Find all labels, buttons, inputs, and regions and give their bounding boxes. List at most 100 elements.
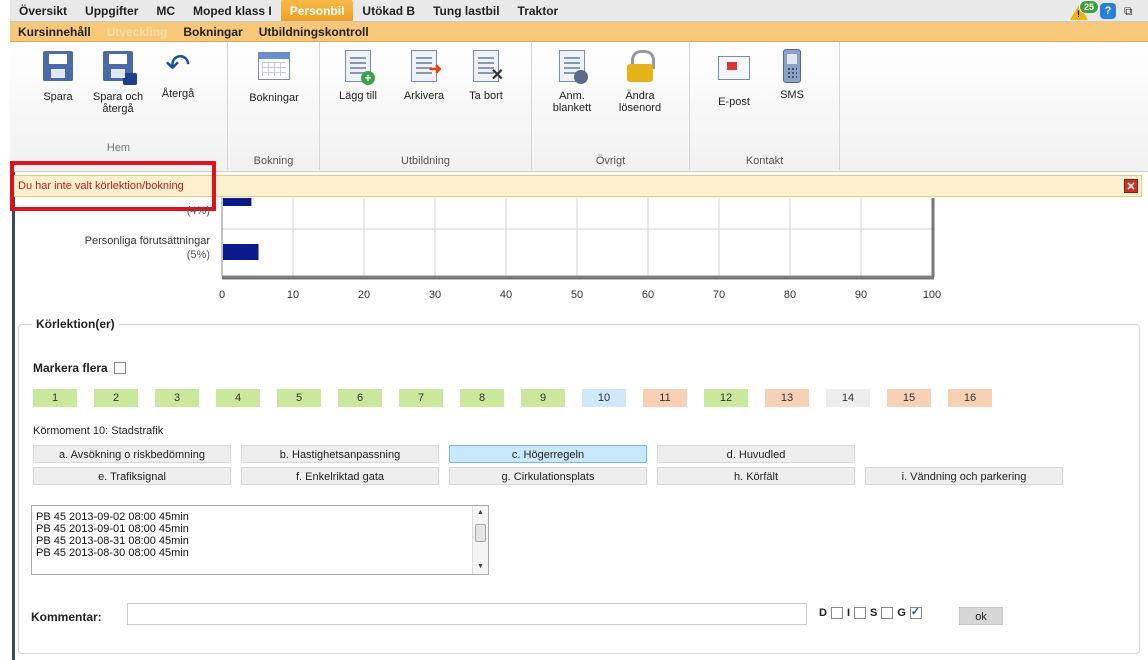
lesson-button[interactable]: 13 [765, 389, 809, 407]
x-tick-label: 50 [571, 289, 583, 301]
lesson-button[interactable]: 1 [33, 389, 77, 407]
booking-list[interactable]: PB 45 2013-09-02 08:00 45min PB 45 2013-… [31, 505, 489, 575]
moment-button[interactable]: g. Cirkulationsplats [449, 467, 647, 485]
lesson-button[interactable]: 9 [521, 389, 565, 407]
anm-blankett-button[interactable]: Anm. blankett [542, 48, 602, 114]
flag-checkbox[interactable] [854, 607, 867, 619]
tab-traktor[interactable]: Traktor [509, 0, 568, 21]
spara-och-atergå-button[interactable]: Spara och återgå [88, 48, 148, 115]
group-label-kontakt: Kontakt [745, 155, 784, 167]
moment-button[interactable]: d. Huvudled [657, 445, 855, 463]
booking-row[interactable]: PB 45 2013-09-01 08:00 45min [32, 523, 488, 535]
tab-uppgifter[interactable]: Uppgifter [76, 0, 147, 21]
lesson-button[interactable]: 14 [826, 389, 870, 407]
progress-chart: Personliga förutsättningar (4%) (5%) 0 10 20 3… [10, 198, 1148, 318]
popout-window-icon[interactable]: ⧉ [1124, 4, 1138, 18]
spara-button[interactable]: Spara [28, 48, 88, 103]
andra-losenord-button[interactable]: Ändra lösenord [610, 48, 670, 114]
scroll-down-icon[interactable]: ▼ [473, 560, 488, 574]
booking-row[interactable]: PB 45 2013-09-02 08:00 45min [32, 511, 488, 523]
x-tick-label: 60 [642, 289, 654, 301]
email-icon [718, 56, 750, 80]
mark-multiple-label: Markera flera [33, 361, 108, 375]
atergå-button[interactable]: ↶ Återgå [148, 48, 208, 100]
epost-button[interactable]: E-post [704, 48, 764, 108]
scroll-up-icon[interactable]: ▲ [473, 506, 488, 520]
lesson-button[interactable]: 12 [704, 389, 748, 407]
group-ovrigt: Anm. blankett Ändra lösenord Övrigt [532, 42, 690, 170]
x-tick-label: 90 [855, 289, 867, 301]
bokningar-button[interactable]: Bokningar [244, 48, 304, 104]
tab-tung-lastbil[interactable]: Tung lastbil [424, 0, 508, 21]
flag-checkboxes: DISG [819, 605, 922, 619]
lesson-button[interactable]: 5 [277, 389, 321, 407]
x-tick-label: 40 [500, 289, 512, 301]
lesson-button[interactable]: 7 [399, 389, 443, 407]
x-tick-label: 70 [713, 289, 725, 301]
sms-button[interactable]: SMS [762, 48, 822, 101]
moment-button[interactable]: c. Högerregeln [449, 445, 647, 463]
flag-label: D [819, 607, 827, 619]
panel-legend: Körlektion(er) [32, 317, 119, 331]
moment-button[interactable]: h. Körfält [657, 467, 855, 485]
moment-button[interactable]: b. Hastighetsanpassning [241, 445, 439, 463]
notification-badge: 25 [1079, 0, 1100, 14]
subtab-bokningar[interactable]: Bokningar [175, 25, 250, 39]
return-arrow-icon: ↶ [165, 49, 191, 82]
chart-bar [223, 198, 252, 206]
booking-row[interactable]: PB 45 2013-08-30 08:00 45min [32, 547, 488, 559]
lagg-till-button[interactable]: + Lägg till [328, 48, 388, 102]
tab-oversikt[interactable]: Översikt [10, 0, 76, 21]
group-utbildning: + Lägg till ➜ Arkivera ✕ Ta bort Utbildn… [320, 42, 532, 170]
tab-personbil[interactable]: Personbil [280, 0, 354, 21]
lesson-button[interactable]: 11 [643, 389, 687, 407]
alert-close-button[interactable]: ✕ [1124, 179, 1138, 193]
booking-row[interactable]: PB 45 2013-08-31 08:00 45min [32, 535, 488, 547]
tab-mc[interactable]: MC [147, 0, 184, 21]
flag-checkbox[interactable] [830, 607, 843, 619]
lesson-button[interactable]: 8 [460, 389, 504, 407]
mark-multiple: Markera flera [33, 361, 126, 375]
moment-button[interactable]: a. Avsökning o riskbedömning [33, 445, 231, 463]
moment-button[interactable]: e. Trafiksignal [33, 467, 231, 485]
mark-multiple-checkbox[interactable] [113, 362, 126, 374]
document-delete-icon: ✕ [473, 50, 504, 84]
group-label-utbildning: Utbildning [401, 155, 450, 167]
calendar-icon [258, 52, 290, 80]
tab-utokad-b[interactable]: Utökad B [353, 0, 424, 21]
chart-bar [223, 244, 259, 260]
lesson-button[interactable]: 16 [948, 389, 992, 407]
x-tick-label: 30 [429, 289, 441, 301]
lesson-button[interactable]: 2 [94, 389, 138, 407]
ta-bort-button[interactable]: ✕ Ta bort [456, 48, 516, 102]
tab-moped-klass-1[interactable]: Moped klass I [184, 0, 281, 21]
scroll-thumb[interactable] [475, 524, 486, 542]
help-icon[interactable]: ? [1100, 2, 1116, 19]
document-archive-icon: ➜ [411, 50, 442, 82]
lesson-button[interactable]: 6 [338, 389, 382, 407]
document-add-icon: + [345, 50, 375, 85]
lesson-button[interactable]: 15 [887, 389, 931, 407]
subtab-kursinnehall[interactable]: Kursinnehåll [10, 25, 99, 39]
lesson-button[interactable]: 4 [216, 389, 260, 407]
lesson-button[interactable]: 10 [582, 389, 626, 407]
flag-checkbox[interactable] [881, 607, 894, 619]
subtab-utbildningskontroll[interactable]: Utbildningskontroll [251, 25, 377, 39]
flag-label: I [846, 607, 851, 619]
moment-button[interactable]: i. Vändning och parkering [865, 467, 1063, 485]
flag-checkbox[interactable] [909, 605, 922, 619]
lesson-button[interactable]: 3 [155, 389, 199, 407]
group-label-bokning: Bokning [253, 155, 294, 167]
phone-icon [783, 49, 801, 83]
booking-list-scrollbar[interactable]: ▲ ▼ [472, 506, 488, 574]
moment-button[interactable]: f. Enkelriktad gata [241, 467, 439, 485]
lock-icon [626, 50, 655, 82]
ok-button[interactable]: ok [959, 607, 1003, 625]
group-kontakt: E-post SMS Kontakt [690, 42, 840, 170]
category-percent-label: (4%) [187, 205, 210, 217]
arkivera-button[interactable]: ➜ Arkivera [394, 48, 454, 102]
comment-input[interactable] [127, 603, 807, 625]
warning-icon[interactable]: ! 25 [1070, 0, 1100, 20]
category-percent-label: (5%) [187, 249, 210, 261]
subtab-utveckling[interactable]: Utveckling [99, 25, 176, 39]
